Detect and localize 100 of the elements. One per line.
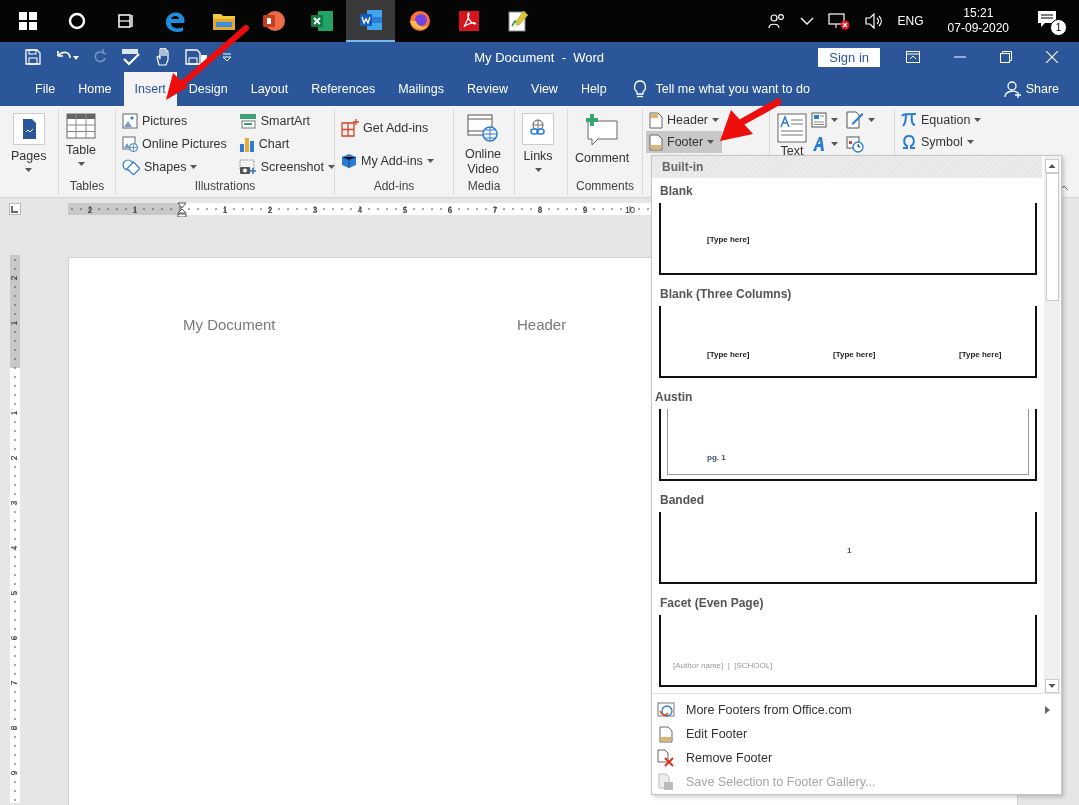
ribbon-tab[interactable]: Help — [569, 72, 618, 106]
touch-mode-icon[interactable] — [155, 48, 171, 66]
ribbon-tab[interactable]: Layout — [239, 72, 300, 106]
ruler-number: 9 — [9, 770, 20, 776]
comment-add-icon — [584, 113, 621, 147]
people-icon[interactable] — [767, 13, 786, 29]
sign-in-button[interactable]: Sign in — [818, 47, 880, 67]
task-view-icon — [116, 12, 135, 30]
text-box-icon — [777, 113, 807, 143]
ribbon-button[interactable]: Screenshot — [235, 155, 338, 178]
menu-item[interactable]: Edit Footer — [652, 722, 1061, 746]
caret-icon — [831, 142, 838, 146]
ribbon-display-icon[interactable] — [906, 51, 920, 63]
placeholder-text: [Type here] — [833, 350, 876, 359]
pdf-app-icon — [456, 9, 481, 33]
ribbon-button[interactable]: Get Add-ins — [338, 116, 437, 139]
menu-item[interactable]: More Footers from Office.com — [652, 698, 1061, 722]
film-globe-icon — [467, 113, 499, 143]
ribbon-button[interactable]: Symbol — [898, 131, 985, 153]
ribbon-button[interactable]: Table — [62, 109, 100, 168]
gallery-item-title: Banded — [659, 492, 705, 509]
scrollbar[interactable] — [1044, 156, 1060, 693]
taskbar-app-active[interactable] — [346, 0, 395, 42]
quick-parts-button[interactable] — [811, 111, 838, 129]
ribbon-button[interactable]: Equation — [898, 109, 985, 131]
header-text: Header — [517, 316, 567, 333]
network-error-icon[interactable] — [827, 12, 850, 30]
notification-badge: 1 — [1050, 19, 1067, 36]
save-as-icon[interactable] — [185, 49, 207, 65]
cube-icon — [341, 152, 357, 169]
save-icon[interactable] — [25, 49, 41, 65]
ribbon-button[interactable]: Shapes — [119, 155, 230, 178]
ribbon-tab[interactable]: References — [300, 72, 387, 106]
footer-preview[interactable]: 1 — [659, 512, 1037, 584]
add-grid-icon — [341, 118, 359, 137]
ruler-number: 6 — [9, 635, 20, 641]
placeholder-text: [Type here] — [707, 235, 750, 244]
section-heading: Built-in — [652, 156, 1042, 178]
ruler-number: 4 — [357, 205, 363, 215]
person-add-icon — [1003, 80, 1022, 98]
signature-line-button[interactable] — [846, 111, 875, 129]
speaker-icon[interactable] — [863, 13, 884, 29]
ribbon-tab[interactable]: Insert — [123, 72, 177, 106]
placeholder-text: [Author name] | [SCHOOL] — [673, 661, 773, 670]
ruler-number: 9 — [582, 205, 588, 215]
ruler-number: 4 — [9, 545, 20, 551]
quick-parts-icon — [811, 112, 827, 128]
ruler-number: 8 — [537, 205, 543, 215]
ribbon-button[interactable]: Chart — [235, 132, 338, 155]
ribbon-tab[interactable]: Review — [456, 72, 519, 106]
footer-preview[interactable]: [Type here] — [659, 203, 1037, 275]
ruler-number: 5 — [402, 205, 408, 215]
language-indicator[interactable]: ENG — [897, 14, 924, 28]
ribbon-tab[interactable]: File — [24, 72, 67, 106]
header-text: My Document — [183, 316, 277, 333]
group-label: Add-ins — [372, 179, 416, 195]
ribbon-button[interactable]: Online Video — [457, 109, 509, 179]
spelling-check-icon[interactable] — [121, 48, 141, 66]
ribbon-tab[interactable]: Design — [177, 72, 239, 106]
close-icon[interactable] — [1046, 51, 1058, 63]
scroll-up-icon[interactable] — [1045, 159, 1059, 173]
gallery-item-title: Blank (Three Columns) — [659, 286, 793, 303]
ruler-number: 1 — [132, 205, 138, 215]
ribbon-button[interactable]: Online Pictures — [119, 132, 230, 155]
chevron-up-icon[interactable] — [799, 16, 814, 26]
ribbon-button[interactable]: Footer — [646, 131, 722, 153]
clock[interactable]: 15:21 07-09-2020 — [947, 6, 1009, 36]
scroll-down-icon[interactable] — [1045, 679, 1059, 693]
spreadsheet-app-icon — [309, 9, 334, 33]
ribbon-button[interactable]: Links — [518, 109, 558, 174]
omega-icon — [901, 134, 917, 150]
scroll-thumb[interactable] — [1045, 173, 1059, 301]
notification-icon[interactable] — [1037, 10, 1057, 28]
share-button[interactable]: Share — [1003, 72, 1079, 106]
gallery-item-title: Facet (Even Page) — [659, 595, 765, 612]
ribbon-button[interactable]: Pictures — [119, 109, 230, 132]
restore-icon[interactable] — [1000, 51, 1012, 63]
ribbon-button[interactable]: SmartArt — [235, 109, 338, 132]
calendar-clock-icon — [846, 135, 864, 153]
customize-dropdown-icon[interactable] — [221, 51, 233, 63]
ribbon-tab[interactable]: View — [520, 72, 569, 106]
ribbon-tab[interactable]: Mailings — [387, 72, 455, 106]
ribbon-button[interactable]: Pages — [7, 109, 51, 174]
ruler-number: 2 — [9, 455, 20, 461]
ribbon-button[interactable]: My Add-ins — [338, 149, 437, 172]
tell-me-search[interactable]: Tell me what you want to do — [655, 72, 810, 106]
ribbon-button[interactable]: Comment — [571, 109, 634, 168]
tab-selector-icon[interactable] — [9, 203, 21, 215]
footer-preview[interactable]: [Type here] [Type here] [Type here] — [659, 306, 1037, 378]
indent-marker[interactable] — [177, 202, 187, 217]
clock-time: 15:21 — [963, 6, 994, 21]
redo-icon[interactable] — [93, 49, 107, 65]
ribbon-tab[interactable]: Home — [67, 72, 123, 106]
footer-preview[interactable]: pg. 1 — [659, 409, 1037, 481]
menu-item[interactable]: Remove Footer — [652, 746, 1061, 770]
ribbon-button[interactable]: Header — [646, 109, 722, 131]
pi-icon — [901, 112, 917, 128]
ruler-number: 1 — [9, 320, 20, 326]
ruler-number: 2 — [267, 205, 273, 215]
wordart-button[interactable] — [811, 135, 838, 153]
